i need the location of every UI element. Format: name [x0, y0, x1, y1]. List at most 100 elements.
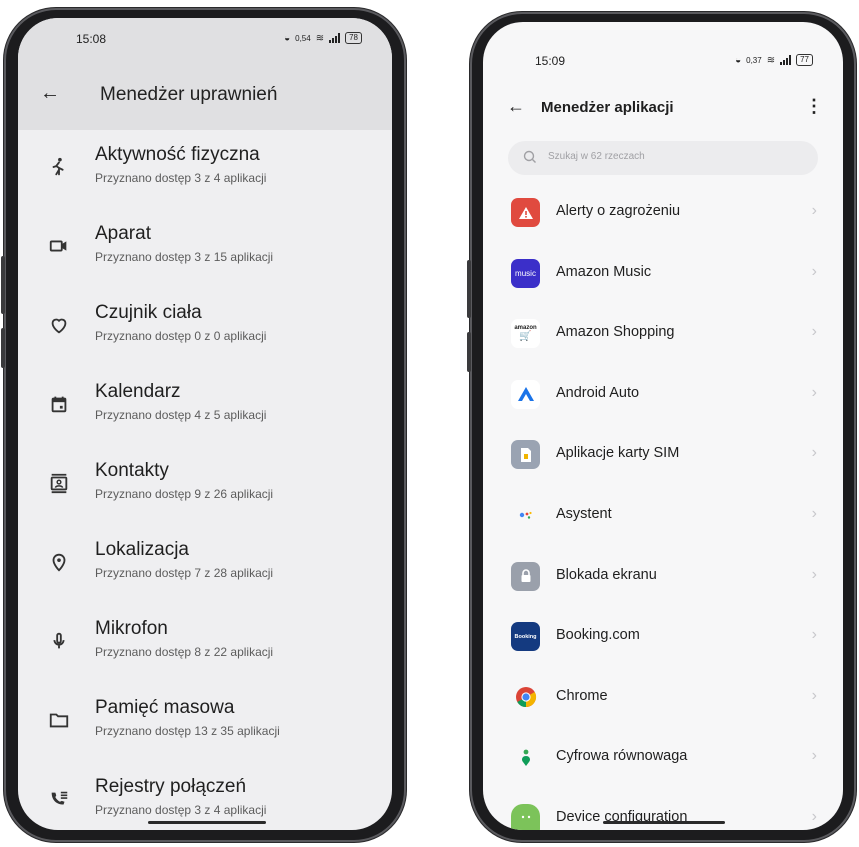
- app-name: Amazon Music: [556, 263, 652, 280]
- item-subtitle: Przyznano dostęp 8 z 22 aplikacji: [95, 645, 274, 659]
- status-icons: ◒ 0,37 ≋ 77: [735, 54, 813, 66]
- item-title: Lokalizacja: [95, 539, 189, 560]
- assistant-icon: [511, 501, 540, 530]
- list-item[interactable]: Aparat Przyznano dostęp 3 z 15 aplikacji: [18, 215, 392, 294]
- sim-card-icon: [511, 440, 540, 470]
- battery-badge: 77: [796, 54, 813, 66]
- signal-icon: [780, 55, 792, 65]
- item-title: Pamięć masowa: [95, 697, 235, 718]
- app-name: Asystent: [556, 505, 612, 522]
- camera-icon: [49, 240, 67, 252]
- home-indicator[interactable]: [148, 821, 266, 824]
- list-item[interactable]: Asystent ›: [483, 485, 843, 546]
- chevron-right-icon: ›: [811, 262, 817, 280]
- net-speed: 0,54: [295, 33, 311, 43]
- app-name: Aplikacje karty SIM: [556, 445, 680, 462]
- back-arrow-icon[interactable]: ←: [507, 96, 525, 117]
- page-title: Menedżer uprawnień: [100, 84, 278, 105]
- app-name: Booking.com: [556, 627, 640, 644]
- list-item[interactable]: Aplikacje karty SIM ›: [483, 424, 843, 485]
- item-title: Kontakty: [95, 460, 169, 481]
- chevron-right-icon: ›: [811, 444, 817, 462]
- wifi-icon: ≋: [766, 54, 776, 66]
- item-subtitle: Przyznano dostęp 0 z 0 aplikacji: [95, 329, 267, 343]
- list-item[interactable]: Android Auto ›: [483, 364, 843, 425]
- search-input[interactable]: Szukaj w 62 rzeczach: [508, 141, 818, 175]
- list-item[interactable]: Kontakty Przyznano dostęp 9 z 26 aplikac…: [18, 452, 392, 531]
- heart-icon: [51, 318, 67, 334]
- item-title: Kalendarz: [95, 381, 181, 402]
- list-item[interactable]: Aktywność fizyczna Przyznano dostęp 3 z …: [18, 136, 392, 215]
- net-speed: 0,37: [746, 55, 762, 65]
- item-subtitle: Przyznano dostęp 4 z 5 aplikacji: [95, 408, 267, 422]
- signal-icon: [329, 33, 341, 43]
- alarm-icon: ◒: [284, 32, 291, 44]
- battery-badge: 78: [345, 32, 362, 44]
- item-title: Czujnik ciała: [95, 302, 202, 323]
- list-item[interactable]: Mikrofon Przyznano dostęp 8 z 22 aplikac…: [18, 610, 392, 689]
- chevron-right-icon: ›: [811, 626, 817, 644]
- power-button: [1, 328, 5, 368]
- item-title: Mikrofon: [95, 618, 168, 639]
- status-bar: 15:08 ◒ 0,54 ≋ 78: [18, 32, 392, 60]
- status-time: 15:08: [76, 32, 107, 46]
- item-title: Rejestry połączeń: [95, 776, 247, 797]
- lock-icon: [511, 561, 540, 591]
- app-list: Alerty o zagrożeniu › music Amazon Music…: [483, 182, 843, 830]
- list-item[interactable]: Lokalizacja Przyznano dostęp 7 z 28 apli…: [18, 531, 392, 610]
- list-item[interactable]: Pamięć masowa Przyznano dostęp 13 z 35 a…: [18, 689, 392, 768]
- chevron-right-icon: ›: [811, 807, 817, 825]
- app-name: Blokada ekranu: [556, 566, 657, 583]
- item-subtitle: Przyznano dostęp 3 z 4 aplikacji: [95, 803, 267, 817]
- list-item[interactable]: music Amazon Music ›: [483, 243, 843, 304]
- item-title: Aparat: [95, 223, 151, 244]
- list-item[interactable]: Blokada ekranu ›: [483, 546, 843, 607]
- more-options-icon[interactable]: ⋮: [805, 96, 823, 117]
- phone-right: 15:09 ◒ 0,37 ≋ 77 ← Menedżer aplikacji ⋮…: [467, 12, 856, 842]
- booking-icon: Booking: [511, 622, 540, 652]
- item-subtitle: Przyznano dostęp 3 z 15 aplikacji: [95, 250, 274, 264]
- status-icons: ◒ 0,54 ≋ 78: [284, 32, 362, 44]
- android-auto-icon: [511, 379, 540, 409]
- home-indicator[interactable]: [603, 821, 725, 824]
- volume-button: [1, 256, 5, 314]
- list-item[interactable]: amazon 🛒 Amazon Shopping ›: [483, 303, 843, 364]
- item-subtitle: Przyznano dostęp 7 z 28 aplikacji: [95, 566, 274, 580]
- chevron-right-icon: ›: [811, 747, 817, 765]
- figure-walk-icon: [52, 157, 64, 176]
- amazon-music-icon: music: [511, 258, 540, 288]
- list-item[interactable]: Kalendarz Przyznano dostęp 4 z 5 aplikac…: [18, 373, 392, 452]
- back-arrow-icon[interactable]: ←: [40, 82, 60, 105]
- chevron-right-icon: ›: [811, 323, 817, 341]
- list-item[interactable]: Chrome ›: [483, 667, 843, 728]
- item-title: Aktywność fizyczna: [95, 144, 260, 165]
- status-bar: 15:09 ◒ 0,37 ≋ 77: [483, 54, 843, 82]
- contacts-icon: [50, 473, 68, 494]
- list-item[interactable]: Booking Booking.com ›: [483, 606, 843, 667]
- power-button: [467, 332, 471, 372]
- app-name: Chrome: [556, 687, 608, 704]
- microphone-icon: [53, 632, 65, 649]
- alarm-icon: ◒: [735, 54, 742, 66]
- app-name: Android Auto: [556, 384, 640, 401]
- chrome-icon: [511, 683, 540, 712]
- volume-button: [467, 260, 471, 318]
- warning-icon: [511, 198, 540, 227]
- location-pin-icon: [52, 553, 66, 572]
- item-subtitle: Przyznano dostęp 3 z 4 aplikacji: [95, 171, 267, 185]
- chevron-right-icon: ›: [811, 565, 817, 583]
- wifi-icon: ≋: [315, 32, 325, 44]
- list-item[interactable]: Czujnik ciała Przyznano dostęp 0 z 0 apl…: [18, 294, 392, 373]
- app-name: Cyfrowa równowaga: [556, 748, 688, 765]
- chevron-right-icon: ›: [811, 504, 817, 522]
- digital-wellbeing-icon: [511, 743, 540, 772]
- item-subtitle: Przyznano dostęp 13 z 35 aplikacji: [95, 724, 280, 738]
- chevron-right-icon: ›: [811, 202, 817, 219]
- list-item[interactable]: Alerty o zagrożeniu ›: [483, 182, 843, 243]
- screen-permission-manager: 15:08 ◒ 0,54 ≋ 78 ← Menedżer uprawnień A…: [18, 18, 392, 830]
- permission-list: Aktywność fizyczna Przyznano dostęp 3 z …: [18, 136, 392, 830]
- item-subtitle: Przyznano dostęp 9 z 26 aplikacji: [95, 487, 274, 501]
- status-time: 15:09: [535, 54, 566, 68]
- list-item[interactable]: Cyfrowa równowaga ›: [483, 727, 843, 788]
- phone-left: 15:08 ◒ 0,54 ≋ 78 ← Menedżer uprawnień A…: [1, 8, 406, 842]
